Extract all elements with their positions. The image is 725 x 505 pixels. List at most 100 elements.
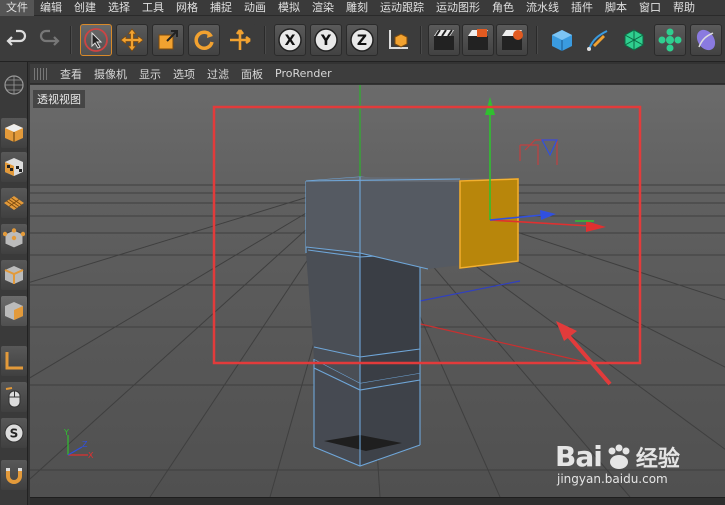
viewport-menu-bar: 查看 摄像机 显示 选项 过滤 面板 ProRender [30,64,725,84]
menu-item[interactable]: 帮助 [667,0,701,16]
deformer-button[interactable] [690,24,722,56]
perspective-viewport[interactable]: Y X Z [30,85,725,497]
select-cursor-icon [84,28,108,52]
scale-icon [158,30,178,50]
edges-mode-button[interactable] [1,260,27,290]
selected-polygon[interactable] [459,178,519,269]
axis-mode-icon [5,352,23,370]
axis-y-icon: Y [314,28,338,52]
select-tool-button[interactable] [80,24,112,56]
viewport-menu-item[interactable]: 面板 [235,66,269,82]
viewport-grip-handle[interactable] [34,67,48,80]
magnet-button[interactable] [1,460,27,490]
viewport-name-label: 透视视图 [33,90,85,108]
cloner-button[interactable] [654,24,686,56]
add-cube-button[interactable] [546,24,578,56]
render-view-button[interactable] [428,24,460,56]
model-mode-button[interactable] [1,118,27,148]
scale-tool-button[interactable] [152,24,184,56]
viewport-menu-item[interactable]: 过滤 [201,66,235,82]
menu-item[interactable]: 运动跟踪 [374,0,430,16]
edges-mode-icon [4,266,24,284]
menu-item[interactable]: 网格 [170,0,204,16]
menu-item[interactable]: 选择 [102,0,136,16]
move-icon [120,28,144,52]
axis-z-button[interactable]: Z [346,24,378,56]
live-move-button[interactable] [224,24,256,56]
polygons-mode-icon [5,302,23,320]
menu-item[interactable]: 动画 [238,0,272,16]
timeline-strip[interactable] [30,497,725,505]
workplane-button[interactable] [1,188,27,218]
pen-tool-button[interactable] [582,24,614,56]
render-settings-button[interactable] [496,24,528,56]
mode-palette: S [0,62,28,505]
viewport-scene: Y X Z [30,85,725,497]
world-coords-icon [389,30,408,49]
paw-icon [608,444,630,469]
watermark-logo-text: Bai [555,440,603,473]
subdivision-surface-button[interactable] [618,24,650,56]
rotate-tool-button[interactable] [188,24,220,56]
gizmo-x-arrow[interactable] [586,221,606,232]
menu-item[interactable]: 文件 [0,0,34,16]
render-picture-viewer-button[interactable] [462,24,494,56]
coordinate-system-button[interactable] [382,24,414,56]
tweak-mode-button[interactable] [1,382,27,412]
model-mode-icon [5,124,23,142]
subdivision-icon [624,29,644,51]
move-tool-button[interactable] [116,24,148,56]
menu-item[interactable]: 渲染 [306,0,340,16]
texture-mode-icon [5,158,23,176]
snap-s-icon: S [4,423,24,443]
render-settings-icon [502,30,523,50]
toolbar-separator [536,26,538,54]
menu-item[interactable]: 编辑 [34,0,68,16]
viewport-solo-button[interactable] [1,66,27,102]
redo-button[interactable] [34,24,64,56]
axis-z-label: Z [357,33,367,49]
toolbar-separator [420,26,422,54]
axis-z-icon: Z [350,28,374,52]
axis-mode-button[interactable] [1,346,27,376]
menu-item[interactable]: 插件 [565,0,599,16]
viewport-menu-item[interactable]: 摄像机 [88,66,133,82]
menu-item[interactable]: 雕刻 [340,0,374,16]
watermark-url: jingyan.baidu.com [557,472,668,486]
menu-item[interactable]: 捕捉 [204,0,238,16]
viewport-menu-item[interactable]: 查看 [54,66,88,82]
menu-item[interactable]: 创建 [68,0,102,16]
axis-y-label: Y [320,33,332,49]
menu-item[interactable]: 角色 [486,0,520,16]
texture-mode-button[interactable] [1,152,27,182]
viewport-menu-item[interactable]: 选项 [167,66,201,82]
rotate-icon [194,30,214,50]
viewport-menu-item[interactable]: ProRender [269,67,338,80]
points-mode-button[interactable] [1,224,27,254]
create-move-icon [230,29,251,50]
viewport-menu-item[interactable]: 显示 [133,66,167,82]
points-mode-icon [3,228,25,249]
redo-icon [39,29,60,46]
menu-item[interactable]: 模拟 [272,0,306,16]
gizmo-z-arrow[interactable] [540,210,556,220]
axis-indicator-y-label: Y [63,428,69,437]
viewport-grid-icon [4,75,24,95]
undo-button[interactable] [2,24,32,56]
axis-x-button[interactable]: X [274,24,306,56]
magnet-icon [6,468,22,484]
axis-indicator: Y X Z [63,428,94,460]
render-picture-viewer-icon [468,29,488,50]
axis-y-button[interactable]: Y [310,24,342,56]
axis-x-icon: X [278,28,302,52]
toolbar-separator [70,26,72,54]
menu-item[interactable]: 窗口 [633,0,667,16]
menu-item[interactable]: 流水线 [520,0,565,16]
menu-item[interactable]: 工具 [136,0,170,16]
menu-item[interactable]: 脚本 [599,0,633,16]
menu-item[interactable]: 运动图形 [430,0,486,16]
polygons-mode-button[interactable] [1,296,27,326]
baidu-watermark: Bai 经验 [555,440,680,473]
main-toolbar: X Y Z [0,16,725,62]
snapping-button[interactable]: S [1,418,27,448]
